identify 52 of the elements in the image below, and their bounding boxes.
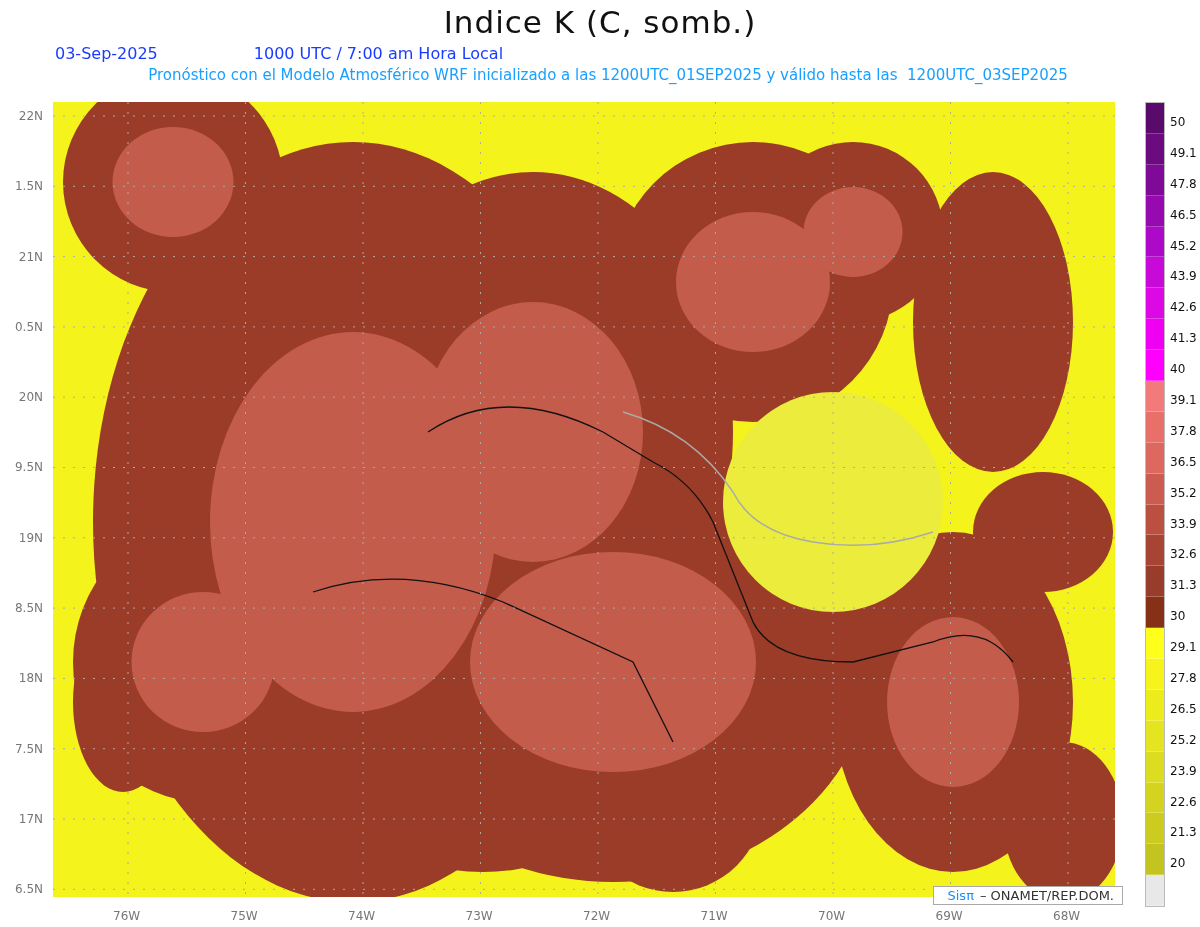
colorbar-label: 42.6 <box>1170 299 1197 317</box>
longitude-label: 70W <box>818 909 847 923</box>
latitude-label: 19N <box>18 530 44 547</box>
longitude-label: 69W <box>935 909 964 923</box>
colorbar-label: 39.1 <box>1170 392 1197 409</box>
colorbar-label: 50 <box>1170 114 1187 131</box>
colorbar-label: 22.6 <box>1170 793 1197 811</box>
forecast-date: 03-Sep-2025 <box>55 44 158 65</box>
latitude-label: 9.5N <box>14 460 44 477</box>
colorbar-label: 49.1 <box>1170 144 1197 162</box>
brand-label: Sisπ <box>947 888 974 903</box>
chart-title: Indice K (C, somb.) <box>442 3 758 42</box>
latitude-label: 18N <box>18 671 44 688</box>
colorbar-label: 35.2 <box>1170 484 1197 502</box>
latitude-label: 6.5N <box>14 882 44 899</box>
colorbar-label: 33.9 <box>1170 515 1197 533</box>
latitude-label: 20N <box>18 390 44 407</box>
colorbar-label: 47.8 <box>1170 175 1197 193</box>
latitude-label: 17N <box>18 811 44 828</box>
chart-subtitle: Pronóstico con el Modelo Atmosférico WRF inicializado a las 1200UTC_01SEP2025 y válido hasta las 1200UTC_03SEP2025 <box>147 66 1069 86</box>
colorbar-label: 25.2 <box>1170 731 1197 749</box>
longitude-label: 72W <box>583 909 612 923</box>
colorbar-label: 26.5 <box>1170 700 1197 718</box>
latitude-label: 7.5N <box>14 741 44 758</box>
colorbar-label: 37.8 <box>1170 422 1197 440</box>
longitude-label: 75W <box>230 909 259 923</box>
longitude-label: 68W <box>1053 909 1082 923</box>
colorbar-label: 32.6 <box>1170 546 1197 564</box>
colorbar-label: 41.3 <box>1170 330 1197 348</box>
colorbar-label: 20 <box>1170 855 1187 873</box>
colorbar-label: 30 <box>1170 608 1187 626</box>
latitude-label: 8.5N <box>14 601 44 618</box>
colorbar-label: 46.5 <box>1170 206 1197 224</box>
longitude-label: 73W <box>465 909 494 923</box>
colorbar-label: 40 <box>1170 361 1187 379</box>
colorbar-label: 36.5 <box>1170 453 1197 471</box>
forecast-time: 1000 UTC / 7:00 am Hora Local <box>253 44 504 65</box>
colorbar-label: 27.8 <box>1170 670 1197 688</box>
longitude-label: 74W <box>348 909 377 923</box>
colorbar-label: 21.3 <box>1170 824 1197 842</box>
colorbar-label: 29.1 <box>1170 639 1197 657</box>
colorbar-label: 23.9 <box>1170 762 1197 780</box>
latitude-label: 21N <box>18 249 44 266</box>
colorbar-label: 43.9 <box>1170 268 1197 286</box>
colorbar-label: 31.3 <box>1170 577 1197 595</box>
longitude-label: 76W <box>113 909 142 923</box>
colorbar-label: 45.2 <box>1170 237 1197 255</box>
latitude-label: 22N <box>18 109 44 125</box>
agency-label: – ONAMET/REP.DOM. <box>979 888 1114 903</box>
latitude-label: 0.5N <box>14 319 44 336</box>
longitude-label: 71W <box>700 909 729 923</box>
latitude-label: 1.5N <box>14 179 44 196</box>
